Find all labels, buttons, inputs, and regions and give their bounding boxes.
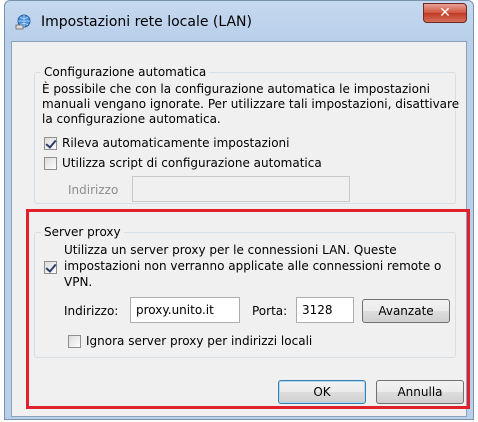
proxy-port-input[interactable]: 3128 (296, 297, 354, 323)
proxy-port-label: Porta: (252, 304, 288, 318)
script-address-label: Indirizzo (68, 183, 119, 197)
auto-config-description-line-3: la configurazione automatica. (42, 112, 221, 126)
network-globe-icon (15, 14, 31, 30)
lan-settings-dialog: Impostazioni rete locale (LAN) ✕ Configu… (4, 0, 474, 420)
use-proxy-text-line-3[interactable]: VPN. (64, 275, 92, 290)
proxy-address-label: Indirizzo: (64, 304, 119, 318)
bypass-local-checkbox[interactable] (68, 335, 81, 348)
use-proxy-text-line-1[interactable]: Utilizza un server proxy per le connessi… (64, 243, 397, 258)
proxy-server-legend: Server proxy (41, 225, 124, 240)
use-config-script-label[interactable]: Utilizza script di configurazione automa… (62, 156, 322, 171)
use-proxy-checkbox[interactable] (44, 261, 57, 274)
close-button[interactable]: ✕ (423, 3, 467, 23)
advanced-button[interactable]: Avanzate (362, 299, 450, 323)
title-bar[interactable]: Impostazioni rete locale (LAN) ✕ (5, 1, 473, 41)
auto-config-description-line-2: manuali vengano ignorate. Per utilizzare… (42, 97, 460, 111)
script-address-input[interactable] (132, 176, 350, 202)
cancel-button[interactable]: Annulla (376, 380, 464, 404)
use-config-script-checkbox[interactable] (44, 157, 57, 170)
ok-button[interactable]: OK (278, 380, 366, 404)
use-proxy-text-line-2[interactable]: impostazioni non verranno applicate alle… (64, 259, 441, 274)
auto-config-description-line-1: È possibile che con la configurazione au… (42, 82, 430, 96)
detect-settings-label[interactable]: Rileva automaticamente impostazioni (62, 136, 289, 151)
detect-settings-checkbox[interactable] (44, 137, 57, 150)
auto-config-legend: Configurazione automatica (41, 65, 210, 80)
window-title: Impostazioni rete locale (LAN) (41, 14, 252, 30)
dialog-client-area: Configurazione automatica È possibile ch… (11, 41, 467, 417)
bypass-local-label[interactable]: Ignora server proxy per indirizzi locali (86, 334, 312, 349)
proxy-address-input[interactable]: proxy.unito.it (130, 297, 240, 323)
